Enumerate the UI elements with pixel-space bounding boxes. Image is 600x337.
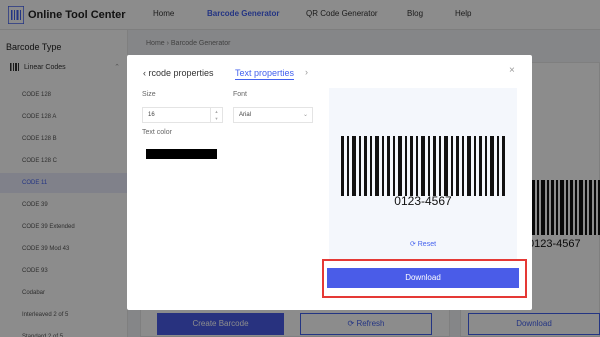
- close-icon[interactable]: ×: [509, 65, 515, 76]
- tab-barcode-properties-label: rcode properties: [148, 68, 214, 78]
- barcode-text: 0123-4567: [394, 194, 452, 208]
- barcode-preview: 0123-4567 ⟳ Reset: [329, 88, 517, 260]
- size-label: Size: [142, 91, 156, 98]
- reset-label: Reset: [417, 241, 437, 248]
- size-value: 16: [148, 112, 155, 118]
- chevron-right-icon[interactable]: ›: [305, 67, 308, 77]
- font-value: Arial: [239, 112, 252, 118]
- tab-text-properties[interactable]: Text properties: [235, 68, 295, 80]
- font-select[interactable]: Arial ⌄: [233, 107, 313, 123]
- tab-barcode-properties[interactable]: ‹ rcode properties: [143, 68, 214, 78]
- download-button[interactable]: Download: [327, 268, 519, 288]
- text-properties-dialog: ‹ rcode properties Text properties › × S…: [127, 55, 532, 310]
- text-color-label: Text color: [142, 129, 172, 136]
- reset-icon: ⟳: [409, 241, 418, 248]
- barcode-image: [341, 136, 505, 196]
- size-stepper[interactable]: ▲ ▼: [210, 108, 222, 122]
- font-label: Font: [233, 91, 248, 98]
- size-input[interactable]: 16 ▲ ▼: [142, 107, 223, 123]
- text-color-swatch[interactable]: [146, 149, 217, 159]
- chevron-down-icon: ⌄: [302, 112, 308, 118]
- reset-button[interactable]: ⟳ Reset: [329, 240, 517, 248]
